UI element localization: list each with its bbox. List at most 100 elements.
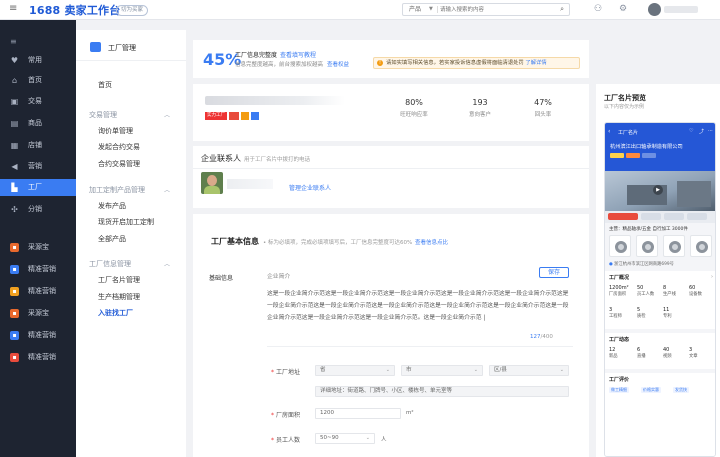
settings-icon[interactable]: ⚙ [619,4,627,14]
sidebar-app-precision-marketing[interactable]: ▪ 精准营销 [0,327,76,344]
district-select[interactable]: 区/县 ⌄ [489,365,569,376]
logo[interactable]: 1688 卖家工作台 [29,2,120,18]
menu-icon[interactable]: ≡ [9,3,17,14]
province-select[interactable]: 省 ⌄ [315,365,395,376]
sidebar-app-caiyuanbao[interactable]: ▪ 采源宝 [0,239,76,256]
subnav-item-card-manage[interactable]: 工厂名片管理 [98,275,140,285]
card-preview-panel: 工厂名片预览 以下内容仅为示例 ‹ 工厂名片 ♡ ⤴ ⋯ 杭州滨江出口轴承制造有… [596,84,720,457]
required-mark: * [271,412,274,419]
preview-subtitle: 以下内容仅为示例 [604,104,645,110]
metric: 8 生产线 [663,285,676,297]
metric: 40 视频 [663,347,672,359]
sidebar-item-trade[interactable]: ▣ 交易 [0,93,76,110]
company-stats-card: 实力工厂 80% 旺旺响应率 193 意向客户 47% 回头率 [193,84,589,141]
username-blurred[interactable] [664,6,698,13]
main-sidebar: ≡ ♥ 常用 ⌂ 首页 ▣ 交易 ▤ 商品 ▦ 店铺 ◀ 营销 ▙ 工厂 ✣ 分销 ▪ 采源宝 ▪… [0,20,76,457]
search-input[interactable] [440,4,540,15]
metric: 50 员工人数 [637,285,655,297]
play-icon: ▶ [653,185,663,195]
subnav-item-start-contract[interactable]: 发起合约交易 [98,142,140,152]
char-count: 127/400 [530,334,553,340]
tutorial-link[interactable]: 查看填写教程 [280,52,316,59]
subnav-group-factory-info[interactable]: 工厂信息管理 [89,259,131,269]
save-button[interactable]: 保存 [539,267,569,278]
metric: 6 直播 [637,347,646,359]
sidebar-app-caiyuanbao[interactable]: ▪ 采源宝 [0,305,76,322]
badge-icon [642,153,656,158]
user-icon[interactable]: ⚇ [594,4,602,14]
tag-chip [687,213,707,220]
sidebar-app-precision-marketing[interactable]: ▪ 精准营销 [0,349,76,366]
search-scope-select[interactable]: 产品 [409,4,421,15]
chevron-down-icon: ⌄ [385,367,390,373]
location-icon: ● [609,262,613,267]
chevron-up-icon[interactable]: ︿ [164,185,170,194]
collapse-icon[interactable]: ≡ [10,37,17,46]
preview-review-block: 工厂评价 做工精细 价格实惠 发货快 [605,373,715,456]
metric: 60 设备数 [689,285,702,297]
subnav-group-custom[interactable]: 加工定制产品管理 [89,185,145,195]
sidebar-app-precision-marketing[interactable]: ▪ 精准营销 [0,261,76,278]
trade-icon: ▣ [10,97,19,106]
avatar[interactable] [648,3,661,16]
chevron-down-icon: ⌄ [365,435,370,441]
sidebar-item-store[interactable]: ▦ 店铺 [0,137,76,154]
area-input[interactable]: 1200 [315,408,401,419]
subnav-group-trade[interactable]: 交易管理 [89,110,117,120]
intro-textarea[interactable]: 这是一段企业简介示范这是一段企业简介示范这是一段企业简介示范这是一段企业简介示范… [267,288,573,324]
sidebar-app-precision-marketing[interactable]: ▪ 精准营销 [0,283,76,300]
sidebar-item-favorites[interactable]: ♥ 常用 [0,52,76,69]
area-unit: m² [406,410,414,416]
metric: 5 质检 [637,307,646,319]
chevron-up-icon[interactable]: ︿ [164,259,170,268]
subnav-item-all-products[interactable]: 全部产品 [98,234,126,244]
rights-link[interactable]: 查看权益 [327,62,349,68]
notice-detail-link[interactable]: 了解详情 [525,60,546,66]
review-tag: 发货快 [673,387,689,393]
divider [267,346,573,347]
more-icon: ⋯ [708,128,713,134]
stat-intent-customers: 193 意向客户 [468,98,491,118]
factory-icon [90,42,101,52]
manage-contact-link[interactable]: 管理企业联系人 [289,183,331,192]
info-ratio-link[interactable]: 查看信息点比 [415,240,448,246]
subnav-item-schedule[interactable]: 生产档期管理 [98,292,140,302]
tag-chip [608,213,638,220]
search-icon[interactable]: ⌕ [560,4,564,15]
avatar-body [204,186,220,194]
product-thumbnails [609,235,713,257]
bearing-image [609,235,631,257]
subnav-item-join[interactable]: 入驻找工厂 [98,308,133,318]
address-detail-input[interactable]: 详细地址：街道路、门牌号、小区、楼栋号、单元室等 [315,386,569,397]
block-title: 工厂评价 [609,377,630,383]
subnav-item-publish[interactable]: 发布产品 [98,201,126,211]
search-divider [437,6,438,13]
sidebar-item-distribution[interactable]: ✣ 分销 [0,201,76,218]
block-title: 工厂动态 [609,337,630,343]
preview-header-label: 工厂名片 [618,130,639,136]
sidebar-item-factory[interactable]: ▙ 工厂 [0,179,76,196]
chevron-up-icon[interactable]: ︿ [164,110,170,119]
factory-icon: ▙ [11,183,18,192]
switch-to-buyer-button[interactable]: 切为买家 [116,5,149,16]
store-icon: ▦ [10,141,19,150]
preview-company-name: 杭州滨江出口轴承制造有限公司 [610,144,683,150]
required-mark: * [271,369,274,376]
basic-info-title: 工厂基本信息 • 标为必填项，完成必填项填写后，工厂信息完整度可达60% 查看信息… [211,237,449,246]
badge-icon [610,153,624,158]
sidebar-item-goods[interactable]: ▤ 商品 [0,115,76,132]
sidebar-item-home[interactable]: ⌂ 首页 [0,72,76,89]
badge-icon: 实力工厂 [205,112,227,120]
subnav-item-custom-open[interactable]: 现货开启加工定制 [98,217,154,227]
subnav-item-inquiry[interactable]: 询价单管理 [98,126,133,136]
app-icon: ▪ [10,331,19,340]
subnav-home[interactable]: 首页 [98,80,112,90]
back-icon: ‹ [608,128,611,135]
chevron-down-icon[interactable]: ▼ [429,4,433,15]
completion-card: 45% 工厂信息完整度 查看填写教程 信息完整度越高，前台搜索加权越高 查看权益 !… [193,40,589,78]
sidebar-item-marketing[interactable]: ◀ 营销 [0,158,76,175]
city-select[interactable]: 市 ⌄ [401,365,483,376]
staff-select[interactable]: 50~90 ⌄ [315,433,375,444]
subnav-item-contract-manage[interactable]: 合约交易管理 [98,159,140,169]
home-icon: ⌂ [11,76,18,85]
